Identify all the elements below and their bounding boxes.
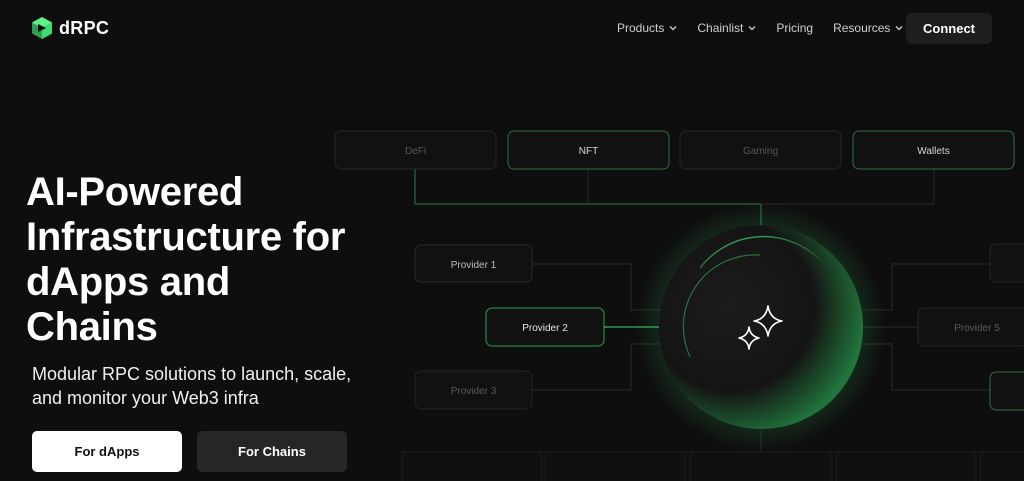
provider-box-4 bbox=[989, 243, 1024, 283]
brand-logo[interactable]: dRPC bbox=[31, 16, 109, 40]
nav-label: Products bbox=[617, 21, 665, 35]
category-box-nft: NFT bbox=[507, 130, 670, 170]
nav-item-pricing[interactable]: Pricing bbox=[776, 20, 813, 36]
provider-box-5: Provider 5 bbox=[917, 307, 1024, 347]
nav-item-products[interactable]: Products bbox=[617, 20, 677, 36]
category-label: NFT bbox=[579, 146, 598, 157]
provider-box-3: Provider 3 bbox=[414, 370, 533, 410]
main-nav: Products Chainlist Pricing Resources bbox=[617, 20, 923, 36]
nav-label: Chainlist bbox=[697, 21, 744, 35]
provider-label: Provider 3 bbox=[451, 386, 497, 397]
hero-subtitle: Modular RPC solutions to launch, scale, … bbox=[32, 364, 352, 408]
hero-title: AI-Powered Infrastructure for dApps and … bbox=[26, 170, 346, 349]
nav-item-resources[interactable]: Resources bbox=[833, 20, 903, 36]
provider-box-6 bbox=[989, 371, 1024, 411]
chevron-down-icon bbox=[748, 26, 756, 31]
nav-label: Resources bbox=[833, 21, 891, 35]
for-dapps-button[interactable]: For dApps bbox=[32, 431, 182, 472]
central-orb bbox=[636, 202, 886, 452]
chevron-down-icon bbox=[669, 26, 677, 31]
nav-label: Pricing bbox=[776, 21, 814, 35]
provider-box-1: Provider 1 bbox=[414, 244, 533, 283]
provider-label: Provider 1 bbox=[451, 260, 497, 271]
brand-name: dRPC bbox=[59, 17, 110, 38]
connect-button[interactable]: Connect bbox=[906, 13, 992, 44]
category-label: Gaming bbox=[743, 146, 778, 157]
sparkles-icon bbox=[738, 305, 783, 350]
provider-label: Provider 5 bbox=[954, 323, 1000, 334]
provider-label: Provider 2 bbox=[522, 323, 568, 334]
category-box-defi: DeFi bbox=[334, 130, 497, 170]
for-chains-button[interactable]: For Chains bbox=[197, 431, 347, 472]
nav-item-chainlist[interactable]: Chainlist bbox=[697, 20, 756, 36]
drpc-logo-icon bbox=[32, 17, 52, 39]
chevron-down-icon bbox=[895, 26, 903, 31]
category-box-gaming: Gaming bbox=[679, 130, 842, 170]
provider-box-2: Provider 2 bbox=[485, 307, 605, 347]
category-label: DeFi bbox=[405, 146, 426, 157]
category-label: Wallets bbox=[917, 146, 949, 157]
category-box-wallets: Wallets bbox=[852, 130, 1015, 170]
